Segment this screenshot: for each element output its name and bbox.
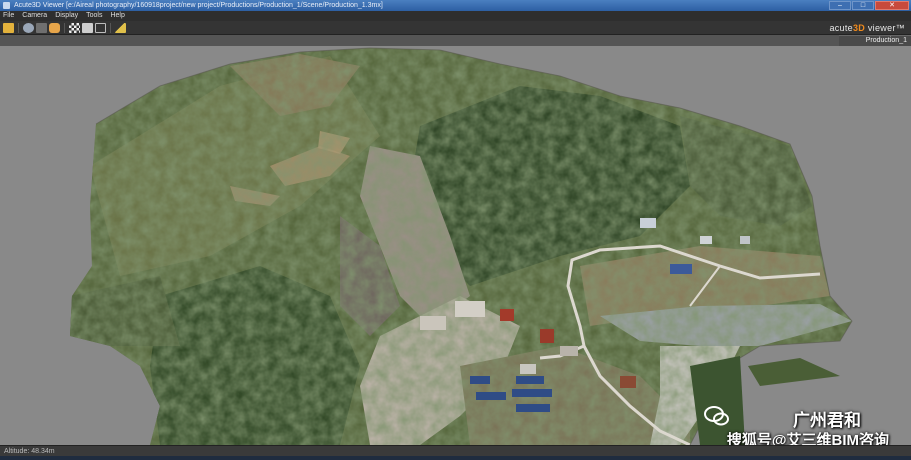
building xyxy=(455,301,485,317)
menu-display[interactable]: Display xyxy=(55,11,78,21)
building xyxy=(516,404,550,412)
3d-viewport[interactable] xyxy=(0,46,911,445)
building xyxy=(520,364,536,374)
wechat-icon xyxy=(704,406,729,426)
building xyxy=(516,376,544,384)
close-button[interactable]: ✕ xyxy=(875,1,909,10)
building xyxy=(620,376,636,388)
toolbar xyxy=(0,21,911,35)
altitude-readout: Altitude: 48.34m xyxy=(4,448,55,455)
toolbar-separator xyxy=(64,22,65,33)
pan-hand-icon[interactable] xyxy=(49,22,60,33)
minimize-button[interactable]: – xyxy=(829,1,851,10)
building xyxy=(670,264,692,274)
building xyxy=(500,309,514,321)
building xyxy=(476,392,506,400)
window-title: Acute3D Viewer [e:/Aireal photography/16… xyxy=(14,2,383,9)
select-icon[interactable] xyxy=(82,22,93,33)
building xyxy=(560,346,578,356)
building xyxy=(700,236,712,244)
building xyxy=(470,376,490,384)
orbit-icon[interactable] xyxy=(23,22,34,33)
terrain-model xyxy=(70,47,853,445)
app-icon xyxy=(3,2,10,9)
window-titlebar: Acute3D Viewer [e:/Aireal photography/16… xyxy=(0,0,911,11)
right-vegetation-patch xyxy=(748,358,840,386)
open-folder-icon[interactable] xyxy=(3,22,14,33)
checker-icon[interactable] xyxy=(69,22,80,33)
building xyxy=(420,316,446,330)
menu-tools[interactable]: Tools xyxy=(86,11,102,21)
document-tab[interactable]: Production_1 xyxy=(839,35,911,46)
building xyxy=(640,218,656,228)
menu-bar: File Camera Display Tools Help xyxy=(0,11,911,21)
taskbar-strip xyxy=(0,456,911,460)
maximize-button[interactable]: □ xyxy=(852,1,874,10)
building xyxy=(740,236,750,244)
terrain-texture xyxy=(70,48,852,445)
menu-file[interactable]: File xyxy=(3,11,14,21)
watermark-line1: 广州君和 xyxy=(793,411,861,430)
camera-icon[interactable] xyxy=(36,22,47,33)
building xyxy=(512,389,552,397)
menu-help[interactable]: Help xyxy=(110,11,124,21)
brand-logo: acute3D viewer™ xyxy=(829,23,905,33)
frame-icon[interactable] xyxy=(95,22,106,33)
window-controls: – □ ✕ xyxy=(829,0,909,11)
measure-icon[interactable] xyxy=(115,22,126,33)
toolbar-separator xyxy=(18,22,19,33)
toolbar-separator xyxy=(110,22,111,33)
building xyxy=(540,329,554,343)
menu-camera[interactable]: Camera xyxy=(22,11,47,21)
